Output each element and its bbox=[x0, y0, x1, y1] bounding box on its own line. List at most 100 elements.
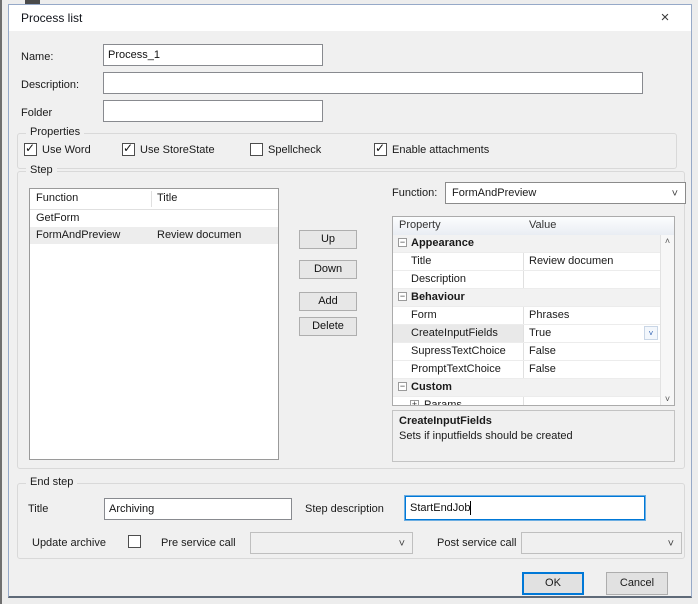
collapse-icon[interactable]: − bbox=[398, 238, 407, 247]
grid-row-supresstextchoice[interactable]: SupressTextChoice False bbox=[393, 343, 660, 361]
ok-button[interactable]: OK bbox=[522, 572, 584, 595]
use-storestate-label: Use StoreState bbox=[140, 143, 215, 156]
up-button[interactable]: Up bbox=[299, 230, 357, 249]
step-description-input[interactable] bbox=[405, 496, 645, 520]
name-label: Name: bbox=[21, 51, 54, 63]
grid-row-createinputfields[interactable]: CreateInputFields True ˅ bbox=[393, 325, 660, 343]
check-icon: ✓ bbox=[123, 141, 134, 155]
post-service-call-combobox[interactable]: ˅ bbox=[521, 532, 682, 554]
grid-row-form[interactable]: Form Phrases bbox=[393, 307, 660, 325]
scroll-up-icon[interactable]: ˄ bbox=[661, 236, 674, 246]
list-item-formandpreview[interactable]: FormAndPreview Review documen bbox=[30, 227, 278, 244]
chevron-down-icon[interactable]: ˅ bbox=[672, 184, 678, 204]
expand-icon[interactable]: + bbox=[410, 400, 419, 405]
grid-divider bbox=[523, 361, 524, 378]
column-divider[interactable] bbox=[151, 191, 152, 207]
pre-service-call-combobox[interactable]: ˅ bbox=[250, 532, 413, 554]
end-step-group-label: End step bbox=[26, 476, 78, 488]
update-archive-checkbox[interactable] bbox=[128, 535, 141, 548]
property-value[interactable]: Phrases bbox=[529, 307, 569, 323]
checkbox-icon[interactable]: ✓ bbox=[122, 141, 135, 156]
dialog-title: Process list bbox=[21, 11, 83, 25]
chevron-down-icon[interactable]: ˅ bbox=[668, 534, 674, 554]
property-grid-body: − Appearance Title Review documen Descri… bbox=[393, 235, 660, 405]
update-archive-label: Update archive bbox=[32, 537, 106, 549]
chevron-down-icon[interactable]: ˅ bbox=[399, 534, 405, 554]
grid-row-description[interactable]: Description bbox=[393, 271, 660, 289]
grid-category-behaviour[interactable]: − Behaviour bbox=[393, 289, 660, 307]
properties-group-label: Properties bbox=[26, 126, 85, 138]
step-group-label: Step bbox=[26, 164, 57, 176]
grid-divider bbox=[523, 307, 524, 324]
properties-groupbox: Properties ✓ Use Word ✓ Use StoreState S… bbox=[17, 126, 677, 169]
collapse-icon[interactable]: − bbox=[398, 292, 407, 301]
close-icon[interactable]: × bbox=[651, 7, 679, 29]
grid-divider bbox=[523, 271, 524, 288]
checkbox-icon[interactable]: ✓ bbox=[24, 141, 37, 156]
process-list-dialog: Process list × Name: Description: Folder… bbox=[8, 4, 692, 598]
cell-function: FormAndPreview bbox=[36, 229, 121, 241]
column-header-title[interactable]: Title bbox=[157, 192, 177, 204]
property-grid-header: Property Value bbox=[393, 217, 674, 236]
property-name: Title bbox=[411, 255, 432, 267]
scrollbar[interactable]: ˄ ˅ bbox=[660, 235, 674, 405]
grid-row-params[interactable]: + Params bbox=[393, 397, 660, 405]
category-label: Custom bbox=[411, 381, 452, 393]
name-input[interactable] bbox=[103, 44, 323, 66]
grid-divider bbox=[523, 325, 524, 342]
grid-category-appearance[interactable]: − Appearance bbox=[393, 235, 660, 253]
use-word-label: Use Word bbox=[42, 143, 91, 156]
grid-category-custom[interactable]: − Custom bbox=[393, 379, 660, 397]
check-icon: ✓ bbox=[375, 141, 386, 155]
scroll-down-icon[interactable]: ˅ bbox=[661, 394, 674, 404]
step-list[interactable]: Function Title GetForm FormAndPreview Re… bbox=[29, 188, 279, 460]
grid-row-title[interactable]: Title Review documen bbox=[393, 253, 660, 271]
folder-input[interactable] bbox=[103, 100, 323, 122]
use-word-checkbox[interactable]: ✓ Use Word bbox=[24, 141, 91, 156]
category-label: Behaviour bbox=[411, 291, 465, 303]
enable-attachments-checkbox[interactable]: ✓ Enable attachments bbox=[374, 141, 490, 156]
property-name: Form bbox=[411, 309, 437, 321]
property-value[interactable]: True bbox=[529, 325, 551, 341]
down-button[interactable]: Down bbox=[299, 260, 357, 279]
dropdown-arrow-icon[interactable]: ˅ bbox=[644, 326, 658, 340]
end-step-title-input[interactable] bbox=[104, 498, 292, 520]
cell-title: Review documen bbox=[157, 229, 242, 241]
property-name: SupressTextChoice bbox=[411, 345, 506, 357]
cell-function: GetForm bbox=[36, 212, 80, 224]
help-title: CreateInputFields bbox=[399, 415, 492, 427]
delete-button[interactable]: Delete bbox=[299, 317, 357, 336]
function-combo-value: FormAndPreview bbox=[452, 187, 537, 199]
use-storestate-checkbox[interactable]: ✓ Use StoreState bbox=[122, 141, 215, 156]
end-step-title-label: Title bbox=[28, 503, 49, 515]
checkbox-icon[interactable]: ✓ bbox=[374, 141, 387, 156]
property-value[interactable]: False bbox=[529, 361, 556, 377]
property-grid[interactable]: Property Value − Appearance Title Review… bbox=[392, 216, 675, 406]
property-value[interactable]: Review documen bbox=[529, 253, 613, 269]
list-item-getform[interactable]: GetForm bbox=[30, 210, 278, 227]
enable-attachments-label: Enable attachments bbox=[392, 143, 490, 156]
step-description-label: Step description bbox=[305, 503, 384, 515]
spellcheck-checkbox[interactable]: Spellcheck bbox=[250, 143, 321, 156]
end-step-groupbox: End step Title Step description Update a… bbox=[17, 476, 685, 559]
collapse-icon[interactable]: − bbox=[398, 382, 407, 391]
check-icon: ✓ bbox=[25, 141, 36, 155]
property-name: CreateInputFields bbox=[411, 327, 498, 339]
title-bar[interactable]: Process list × bbox=[9, 5, 691, 31]
add-button[interactable]: Add bbox=[299, 292, 357, 311]
grid-row-prompttextchoice[interactable]: PromptTextChoice False bbox=[393, 361, 660, 379]
step-list-header[interactable]: Function Title bbox=[30, 189, 278, 210]
grid-column-value: Value bbox=[529, 219, 557, 231]
cancel-button[interactable]: Cancel bbox=[606, 572, 668, 595]
checkbox-icon[interactable] bbox=[250, 143, 263, 156]
grid-divider bbox=[523, 253, 524, 270]
description-input[interactable] bbox=[103, 72, 643, 94]
function-combobox[interactable]: FormAndPreview ˅ bbox=[445, 182, 686, 204]
background-window-edge bbox=[0, 0, 2, 604]
column-header-function[interactable]: Function bbox=[36, 192, 78, 204]
category-label: Appearance bbox=[411, 237, 474, 249]
folder-label: Folder bbox=[21, 107, 53, 119]
grid-divider bbox=[523, 397, 524, 405]
function-combo-label: Function: bbox=[392, 187, 438, 199]
property-value[interactable]: False bbox=[529, 343, 556, 359]
